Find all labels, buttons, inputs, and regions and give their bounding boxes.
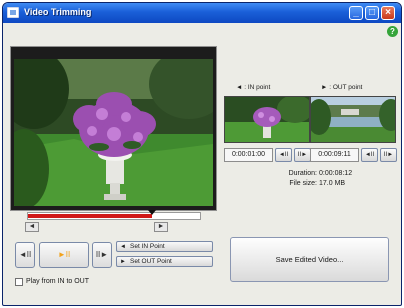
title-bar[interactable]: Video Trimming _ □ × [3,3,401,23]
app-icon [7,7,19,18]
in-point-thumbnail-image [225,97,309,142]
play-in-to-out-checkbox[interactable] [15,278,23,286]
help-icon[interactable]: ? [387,26,398,37]
set-in-point-button[interactable]: ◄ Set IN Point [116,241,213,252]
window-title: Video Trimming [24,7,92,17]
in-point-thumbnail [224,96,310,143]
set-in-point-label: Set IN Point [130,243,165,250]
in-point-marker-icon: ◄ [236,84,243,91]
video-preview[interactable] [14,59,213,206]
out-point-time-field[interactable]: 0:00:09:11 [310,148,359,162]
out-point-label-text: : OUT point [329,84,363,91]
out-flag-icon: ► [120,259,126,265]
out-point-thumbnail-image [311,97,395,142]
previous-frame-button[interactable]: ◄II [15,242,35,268]
in-point-time-field[interactable]: 0:00:01:00 [224,148,273,162]
in-point-step-back-button[interactable]: ◄II [275,148,292,162]
in-point-label: ◄ : IN point [236,84,270,91]
video-frame-image [14,59,213,206]
play-pause-button[interactable]: ►II [39,242,89,268]
file-size-label: File size: [289,180,317,187]
save-edited-video-button[interactable]: Save Edited Video... [230,237,389,282]
set-out-point-label: Set OUT Point [130,258,172,265]
play-in-to-out-label: Play from IN to OUT [26,278,90,285]
file-size-value: 17.0 MB [319,180,346,187]
timeline-out-marker[interactable]: ► [154,222,168,232]
in-point-step-forward-button[interactable]: II► [294,148,311,162]
timeline-in-marker[interactable]: ◄ [25,222,39,232]
in-flag-icon: ◄ [120,244,126,250]
out-point-thumbnail [310,96,396,143]
in-point-label-text: : IN point [244,84,271,91]
playhead-marker[interactable] [147,210,156,215]
timeline-track[interactable] [27,210,201,220]
next-frame-button[interactable]: II► [92,242,112,268]
timeline-progress-fill [28,214,152,218]
duration-label: Duration: [288,170,317,177]
out-point-marker-icon: ► [321,84,328,91]
maximize-button[interactable]: □ [365,6,379,20]
close-button[interactable]: × [381,6,395,20]
minimize-button[interactable]: _ [349,6,363,20]
set-out-point-button[interactable]: ► Set OUT Point [116,256,213,267]
video-trimming-window: Video Trimming _ □ × ? ◄ ► ◄II ►II II► ◄… [2,2,402,306]
out-point-step-back-button[interactable]: ◄II [361,148,378,162]
out-point-step-forward-button[interactable]: II► [380,148,397,162]
video-preview-frame [10,46,217,211]
duration-value: 0:00:08:12 [319,170,353,177]
out-point-label: ► : OUT point [321,84,362,91]
